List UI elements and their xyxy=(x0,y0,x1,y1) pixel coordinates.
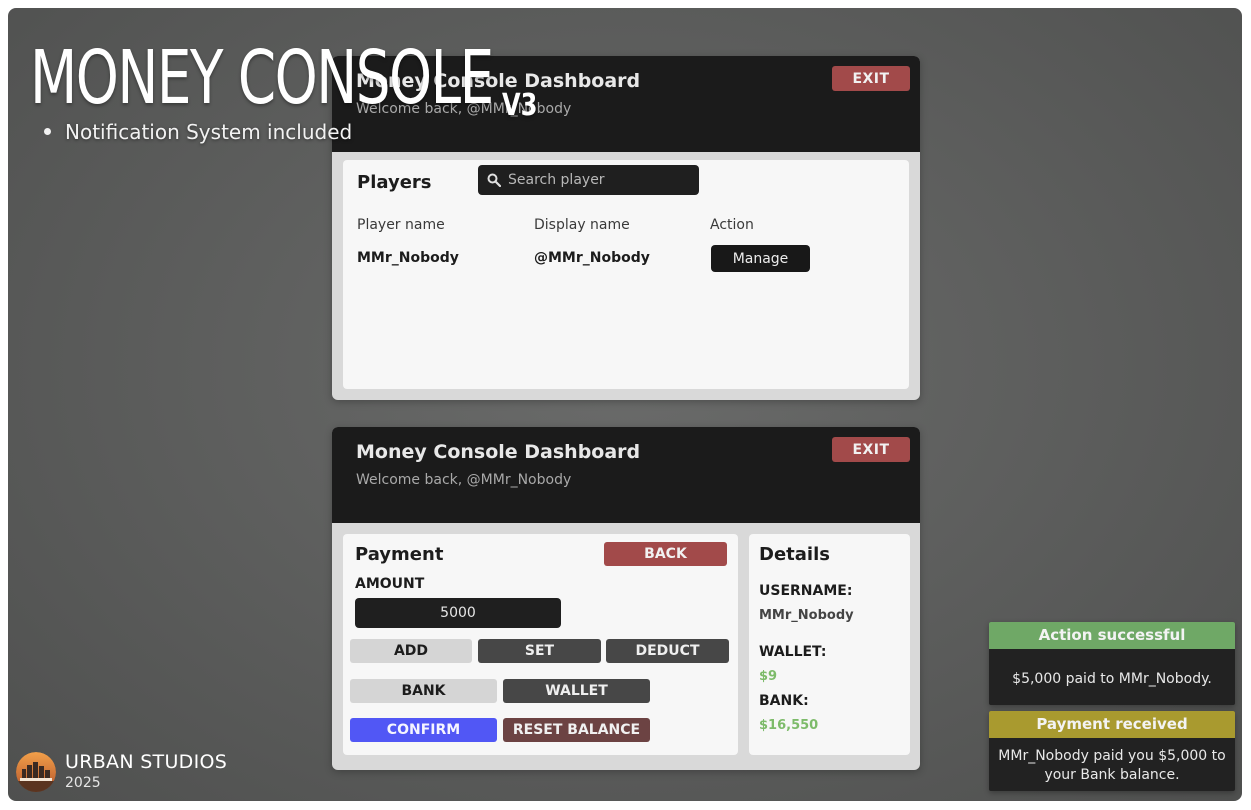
background: MONEY CONSOLE V3 Notification System inc… xyxy=(8,8,1242,801)
feature-text: Notification System included xyxy=(65,120,353,144)
username-label: USERNAME: xyxy=(759,583,853,599)
payment-title: Payment xyxy=(355,544,444,565)
notification-payment-received: Payment received MMr_Nobody paid you $5,… xyxy=(989,711,1235,791)
notification-action-successful: Action successful $5,000 paid to MMr_Nob… xyxy=(989,622,1235,705)
notification-message: $5,000 paid to MMr_Nobody. xyxy=(1012,671,1212,687)
deduct-button[interactable]: DEDUCT xyxy=(606,639,729,663)
confirm-button[interactable]: CONFIRM xyxy=(350,718,497,742)
urban-studios-logo-icon xyxy=(16,752,56,792)
back-button[interactable]: BACK xyxy=(604,542,727,566)
dashboard-header: Money Console Dashboard Welcome back, @M… xyxy=(332,427,920,523)
amount-input[interactable] xyxy=(355,598,561,628)
payment-panel: Payment BACK AMOUNT ADD SET DEDUCT BANK … xyxy=(343,534,738,755)
bullet-icon xyxy=(44,128,51,135)
column-header-player-name: Player name xyxy=(357,217,445,233)
column-header-action: Action xyxy=(710,217,754,233)
bank-button[interactable]: BANK xyxy=(350,679,497,703)
details-panel: Details USERNAME: MMr_Nobody WALLET: $9 … xyxy=(749,534,910,755)
payment-dashboard-window: Money Console Dashboard Welcome back, @M… xyxy=(332,427,920,770)
feature-list: Notification System included xyxy=(44,120,352,144)
search-input[interactable] xyxy=(508,165,693,195)
welcome-text: Welcome back, @MMr_Nobody xyxy=(356,472,572,488)
exit-button[interactable]: EXIT xyxy=(832,66,910,91)
feature-item: Notification System included xyxy=(44,120,352,144)
player-name-cell: MMr_Nobody xyxy=(357,250,459,266)
set-button[interactable]: SET xyxy=(478,639,601,663)
hero-title: MONEY CONSOLE xyxy=(30,35,494,121)
display-name-cell: @MMr_Nobody xyxy=(534,250,650,266)
search-box[interactable] xyxy=(478,165,699,195)
details-title: Details xyxy=(759,544,830,565)
wallet-button[interactable]: WALLET xyxy=(503,679,650,703)
bank-value: $16,550 xyxy=(759,718,819,733)
notification-title: Payment received xyxy=(989,711,1235,738)
reset-balance-button[interactable]: RESET BALANCE xyxy=(503,718,650,742)
notification-title: Action successful xyxy=(989,622,1235,649)
wallet-value: $9 xyxy=(759,669,778,684)
column-header-display-name: Display name xyxy=(534,217,630,233)
manage-button[interactable]: Manage xyxy=(711,245,810,272)
notification-message: MMr_Nobody paid you $5,000 to your Bank … xyxy=(998,748,1226,783)
brand-name: URBAN STUDIOS xyxy=(65,751,228,773)
players-panel: Players Player name Display name Action … xyxy=(343,160,909,389)
amount-label: AMOUNT xyxy=(355,576,425,592)
hero-version: V3 xyxy=(502,88,538,123)
wallet-label: WALLET: xyxy=(759,644,827,660)
add-button[interactable]: ADD xyxy=(350,639,472,663)
exit-button[interactable]: EXIT xyxy=(832,437,910,462)
username-value: MMr_Nobody xyxy=(759,608,854,623)
search-icon xyxy=(487,173,501,187)
bank-label: BANK: xyxy=(759,693,809,709)
dashboard-title: Money Console Dashboard xyxy=(356,441,641,463)
brand-year: 2025 xyxy=(65,775,101,791)
players-title: Players xyxy=(357,172,432,193)
